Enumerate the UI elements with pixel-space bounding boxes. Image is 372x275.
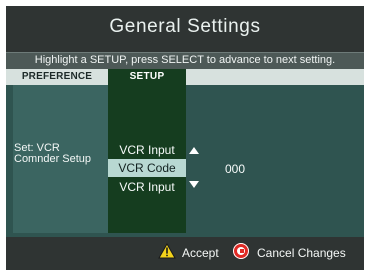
warning-triangle-icon[interactable] bbox=[158, 243, 176, 259]
cancel-changes-label[interactable]: Cancel Changes bbox=[257, 246, 346, 260]
accept-label[interactable]: Accept bbox=[182, 246, 219, 260]
settings-screen: General Settings Highlight a SETUP, pres… bbox=[6, 6, 364, 270]
preference-label: Set: VCR Comnder Setup bbox=[14, 142, 92, 165]
down-arrow-icon[interactable] bbox=[189, 181, 199, 188]
page-title: General Settings bbox=[109, 16, 261, 37]
tab-preference[interactable]: PREFERENCE bbox=[6, 69, 108, 85]
setup-option-next[interactable]: VCR Input bbox=[108, 180, 186, 194]
settings-tab-row: PREFERENCE SETUP bbox=[6, 69, 364, 85]
cancel-icon[interactable] bbox=[233, 243, 249, 259]
tab-setup[interactable]: SETUP bbox=[108, 69, 186, 85]
instruction-text: Highlight a SETUP, press SELECT to advan… bbox=[34, 54, 336, 66]
vcr-code-value: 000 bbox=[225, 162, 246, 176]
setup-option-previous[interactable]: VCR Input bbox=[108, 143, 186, 157]
footer-bar: Accept Cancel Changes bbox=[6, 237, 364, 270]
setup-option-selected[interactable]: VCR Code bbox=[108, 159, 186, 177]
instruction-bar: Highlight a SETUP, press SELECT to advan… bbox=[6, 52, 364, 70]
title-bar: General Settings bbox=[6, 6, 364, 52]
up-arrow-icon[interactable] bbox=[189, 147, 199, 154]
settings-content: Set: VCR Comnder Setup VCR Input VCR Inp… bbox=[6, 85, 364, 233]
